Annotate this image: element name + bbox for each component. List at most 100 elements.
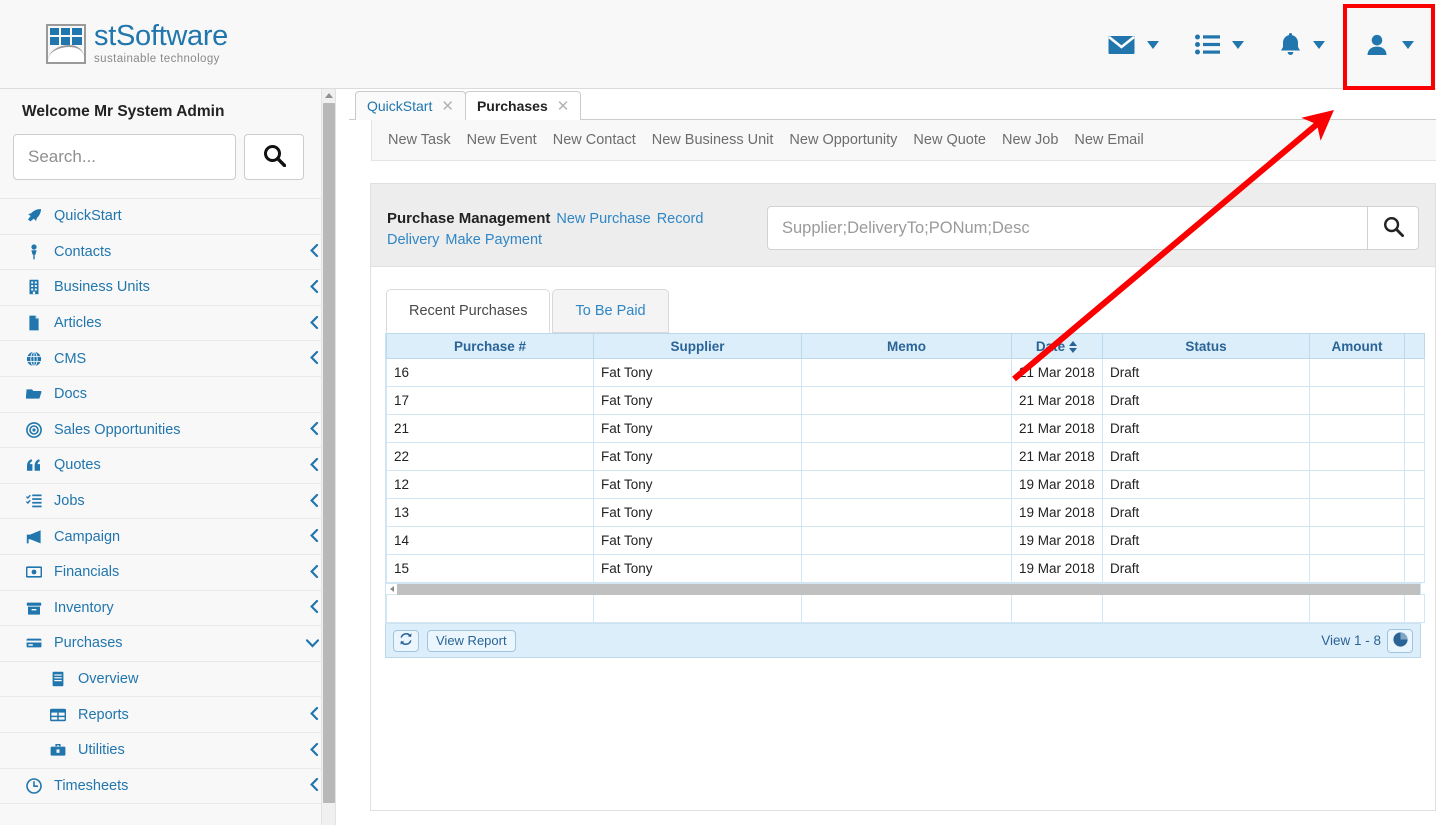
chevron-left-icon[interactable] — [310, 600, 319, 615]
cell-supplier[interactable]: Fat Tony — [593, 386, 802, 416]
cell-extra[interactable] — [1404, 442, 1425, 472]
filter-row[interactable] — [386, 594, 1425, 624]
purchase-search-input[interactable] — [767, 206, 1367, 250]
chevron-left-icon[interactable] — [310, 279, 319, 295]
cell-purchase[interactable]: 15 — [386, 554, 594, 584]
cell-date[interactable]: 21 Mar 2018 — [1011, 442, 1103, 472]
cell-status[interactable]: Draft — [1102, 498, 1310, 528]
sidebar-item-jobs[interactable]: Jobs — [0, 484, 335, 520]
cell-extra[interactable] — [1404, 498, 1425, 528]
column-header-date[interactable]: Date — [1011, 333, 1103, 360]
chevron-down-icon[interactable] — [305, 637, 320, 650]
grid-tab-recent-purchases[interactable]: Recent Purchases — [386, 289, 551, 334]
filter-cell[interactable] — [386, 594, 594, 624]
cell-date[interactable]: 21 Mar 2018 — [1011, 386, 1103, 416]
cell-purchase[interactable]: 13 — [386, 498, 594, 528]
filter-cell[interactable] — [801, 594, 1012, 624]
quick-action-new-opportunity[interactable]: New Opportunity — [781, 132, 905, 148]
cell-memo[interactable] — [801, 470, 1012, 500]
cell-memo[interactable] — [801, 358, 1012, 388]
cell-purchase[interactable]: 22 — [386, 442, 594, 472]
cell-status[interactable]: Draft — [1102, 442, 1310, 472]
cell-status[interactable]: Draft — [1102, 386, 1310, 416]
cell-purchase[interactable]: 17 — [386, 386, 594, 416]
chevron-left-icon[interactable] — [310, 244, 319, 259]
cell-extra[interactable] — [1404, 526, 1425, 556]
chevron-left-icon[interactable] — [310, 493, 319, 509]
cell-extra[interactable] — [1404, 414, 1425, 444]
hscrollbar-thumb[interactable] — [397, 583, 1420, 595]
cell-status[interactable]: Draft — [1102, 526, 1310, 556]
table-row[interactable]: 13 Fat Tony 19 Mar 2018 Draft — [386, 498, 1425, 528]
cell-extra[interactable] — [1404, 470, 1425, 500]
sidebar-item-sales-opportunities[interactable]: Sales Opportunities — [0, 413, 335, 449]
sidebar-item-inventory[interactable]: Inventory — [0, 591, 335, 627]
cell-purchase[interactable]: 14 — [386, 526, 594, 556]
make-payment-link[interactable]: Make Payment — [445, 232, 542, 248]
cell-amount[interactable] — [1309, 414, 1405, 444]
column-header-supplier[interactable]: Supplier — [593, 333, 802, 360]
table-row[interactable]: 14 Fat Tony 19 Mar 2018 Draft — [386, 526, 1425, 556]
window-tab-quickstart[interactable]: QuickStart ✕ — [355, 91, 466, 120]
scroll-up-arrow-icon[interactable] — [325, 93, 333, 98]
filter-cell[interactable] — [1404, 594, 1425, 624]
cell-amount[interactable] — [1309, 498, 1405, 528]
cell-amount[interactable] — [1309, 554, 1405, 584]
mail-menu[interactable] — [1090, 0, 1177, 89]
cell-amount[interactable] — [1309, 358, 1405, 388]
column-header-blank[interactable] — [1404, 333, 1425, 360]
table-row[interactable]: 21 Fat Tony 21 Mar 2018 Draft — [386, 414, 1425, 444]
column-header-purchase-[interactable]: Purchase # — [386, 333, 594, 360]
filter-cell[interactable] — [593, 594, 802, 624]
cell-date[interactable]: 21 Mar 2018 — [1011, 358, 1103, 388]
cell-status[interactable]: Draft — [1102, 554, 1310, 584]
sidebar-item-quotes[interactable]: Quotes — [0, 448, 335, 484]
cell-memo[interactable] — [801, 498, 1012, 528]
sidebar-item-purchases[interactable]: Purchases — [0, 626, 335, 662]
table-row[interactable]: 15 Fat Tony 19 Mar 2018 Draft — [386, 554, 1425, 584]
cell-memo[interactable] — [801, 414, 1012, 444]
chevron-left-icon[interactable] — [310, 707, 319, 722]
quick-action-new-contact[interactable]: New Contact — [545, 132, 644, 148]
cell-memo[interactable] — [801, 386, 1012, 416]
app-logo[interactable]: stSoftware sustainable technology — [46, 22, 228, 66]
cell-supplier[interactable]: Fat Tony — [593, 442, 802, 472]
cell-date[interactable]: 21 Mar 2018 — [1011, 414, 1103, 444]
close-icon[interactable]: ✕ — [557, 99, 570, 114]
sidebar-item-contacts[interactable]: Contacts — [0, 235, 335, 271]
cell-purchase[interactable]: 21 — [386, 414, 594, 444]
cell-amount[interactable] — [1309, 470, 1405, 500]
chevron-left-icon[interactable] — [310, 457, 319, 473]
sidebar-item-campaign[interactable]: Campaign — [0, 519, 335, 555]
sort-indicator-icon[interactable] — [1069, 340, 1078, 353]
scroll-left-arrow-icon[interactable] — [386, 584, 397, 595]
filter-cell[interactable] — [1102, 594, 1310, 624]
cell-date[interactable]: 19 Mar 2018 — [1011, 470, 1103, 500]
quick-action-new-business-unit[interactable]: New Business Unit — [644, 132, 782, 148]
cell-status[interactable]: Draft — [1102, 358, 1310, 388]
sidebar-item-business-units[interactable]: Business Units — [0, 270, 335, 306]
cell-memo[interactable] — [801, 526, 1012, 556]
purchase-search-button[interactable] — [1367, 206, 1419, 250]
sidebar-item-overview[interactable]: Overview — [0, 662, 335, 698]
quick-action-new-event[interactable]: New Event — [459, 132, 545, 148]
new-purchase-link[interactable]: New Purchase — [556, 211, 650, 227]
filter-cell[interactable] — [1309, 594, 1405, 624]
cell-extra[interactable] — [1404, 358, 1425, 388]
tasks-menu[interactable] — [1177, 0, 1262, 89]
cell-purchase[interactable]: 12 — [386, 470, 594, 500]
cell-supplier[interactable]: Fat Tony — [593, 554, 802, 584]
quick-action-new-job[interactable]: New Job — [994, 132, 1066, 148]
table-horizontal-scrollbar[interactable] — [386, 583, 1420, 595]
close-icon[interactable]: ✕ — [441, 99, 454, 114]
chevron-left-icon[interactable] — [310, 351, 319, 366]
search-button[interactable] — [244, 134, 304, 180]
chevron-left-icon[interactable] — [310, 778, 319, 793]
sidebar-item-quickstart[interactable]: QuickStart — [0, 199, 335, 235]
view-report-button[interactable]: View Report — [427, 629, 516, 652]
table-row[interactable]: 12 Fat Tony 19 Mar 2018 Draft — [386, 470, 1425, 500]
cell-status[interactable]: Draft — [1102, 470, 1310, 500]
filter-cell[interactable] — [1011, 594, 1103, 624]
sidebar-scrollbar[interactable] — [321, 89, 335, 825]
cell-status[interactable]: Draft — [1102, 414, 1310, 444]
